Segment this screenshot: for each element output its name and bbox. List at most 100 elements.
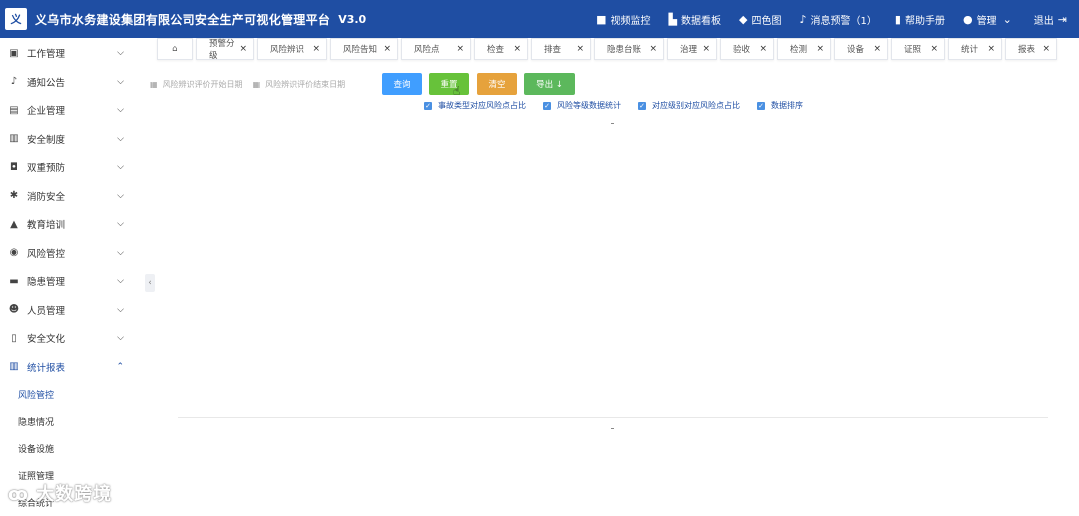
close-icon[interactable]: × [513, 44, 521, 54]
video-monitor-link[interactable]: ■ 视频监控 [596, 12, 650, 27]
home-icon: ⌂ [172, 44, 178, 54]
close-icon[interactable]: × [759, 44, 767, 54]
chart-bottom-marker [611, 428, 614, 429]
sidebar-item-notice[interactable]: ♪ 通知公告 ⌵ [0, 68, 140, 97]
sidebar-subitem-equipment[interactable]: 设备设施 [0, 435, 140, 462]
export-button[interactable]: 导出 ↓ [524, 73, 575, 95]
data-board-link[interactable]: ▙ 数据看板 [669, 12, 721, 27]
tab-item[interactable]: 统计 × [948, 38, 1002, 60]
close-icon[interactable]: × [816, 44, 824, 54]
tab-item[interactable]: 隐患台账 × [594, 38, 664, 60]
tab-item[interactable]: 治理 × [667, 38, 717, 60]
tab-item[interactable]: 风险点 × [401, 38, 471, 60]
sidebar: ▣ 工作管理 ⌵ ♪ 通知公告 ⌵ ▤ 企业管理 ⌵ ▥ 安全制度 ⌵ ◘ 双重预防 ⌵ ✱ 消防安全… [0, 38, 140, 512]
query-button[interactable]: 查询 [382, 73, 422, 95]
tab-item[interactable]: 预警分级 × [196, 38, 254, 61]
checkbox-accident-type[interactable]: ✓ 事故类型对应风险点占比 [424, 100, 526, 111]
sidebar-item-safety-system[interactable]: ▥ 安全制度 ⌵ [0, 125, 140, 154]
tab-item[interactable]: 证照 × [891, 38, 945, 60]
book-icon: ▮ [894, 12, 901, 26]
app-title: 义乌市水务建设集团有限公司安全生产可视化管理平台 [35, 12, 331, 27]
filter-bar: ▦ 风险辨识评价开始日期 ▦ 风险辨识评价结束日期 [150, 74, 355, 94]
tab-item[interactable]: 风险告知 × [330, 38, 398, 60]
target-icon: ◉ [9, 247, 19, 259]
close-icon[interactable]: × [1042, 44, 1050, 54]
reset-button[interactable]: 重置 [429, 73, 469, 95]
sidebar-item-risk-control[interactable]: ◉ 风险管控 ⌵ [0, 239, 140, 268]
sidebar-item-personnel[interactable]: ☻ 人员管理 ⌵ [0, 296, 140, 325]
user-icon: ● [962, 12, 973, 26]
close-icon[interactable]: × [576, 44, 584, 54]
sidebar-collapse-handle[interactable]: ‹ [145, 274, 155, 292]
close-icon[interactable]: × [383, 44, 391, 54]
chart-top-marker [611, 123, 614, 124]
checkmark-icon: ✓ [424, 101, 432, 110]
checkmark-icon: ✓ [638, 101, 646, 110]
close-icon[interactable]: × [702, 44, 710, 54]
chevron-down-icon: ⌵ [117, 247, 124, 258]
start-date-input[interactable]: ▦ 风险辨识评价开始日期 [150, 79, 243, 90]
close-icon[interactable]: × [873, 44, 881, 54]
chevron-up-icon: ⌃ [116, 361, 124, 372]
sidebar-item-enterprise[interactable]: ▤ 企业管理 ⌵ [0, 96, 140, 125]
checkmark-icon: ✓ [757, 101, 765, 110]
tab-item[interactable]: 检查 × [474, 38, 528, 60]
tab-item[interactable]: 验收 × [720, 38, 774, 60]
sidebar-item-dual-prevention[interactable]: ◘ 双重预防 ⌵ [0, 153, 140, 182]
cursor-icon: ☝ [453, 84, 461, 98]
tab-item[interactable]: 报表 × [1005, 38, 1057, 60]
four-color-map-link[interactable]: ◆ 四色图 [739, 12, 781, 27]
tab-bar: ⌂ 预警分级 × 风险辨识 × 风险告知 × 风险点 × 检查 × 排查 × 隐患台账 × 治… [157, 38, 1060, 62]
sidebar-item-work[interactable]: ▣ 工作管理 ⌵ [0, 39, 140, 68]
book-icon: ▯ [11, 332, 17, 344]
bell-icon: ♪ [10, 76, 18, 88]
close-icon[interactable]: × [239, 44, 247, 54]
help-manual-link[interactable]: ▮ 帮助手册 [895, 12, 945, 27]
close-icon[interactable]: × [456, 44, 464, 54]
tab-home[interactable]: ⌂ [157, 38, 193, 60]
sidebar-item-statistics[interactable]: ▥ 统计报表 ⌃ [0, 353, 140, 382]
person-icon: ☻ [8, 304, 20, 316]
message-alert-link[interactable]: ♪ 消息预警（1） [799, 12, 876, 27]
chevron-down-icon: ⌵ [117, 333, 124, 344]
video-icon: ■ [596, 12, 607, 26]
watermark: ꝏ 大数跨境 [8, 484, 113, 505]
sidebar-item-fire-safety[interactable]: ✱ 消防安全 ⌵ [0, 182, 140, 211]
sidebar-item-training[interactable]: ▲ 教育培训 ⌵ [0, 210, 140, 239]
chevron-down-icon: ⌵ [117, 304, 124, 315]
clear-button[interactable]: 清空 [477, 73, 517, 95]
close-icon[interactable]: × [987, 44, 995, 54]
chevron-down-icon: ⌵ [117, 219, 124, 230]
close-icon[interactable]: × [312, 44, 320, 54]
watermark-logo-icon: ꝏ [8, 484, 37, 505]
sidebar-subitem-risk[interactable]: 风险管控 [0, 381, 140, 408]
calendar-icon: ▦ [150, 79, 158, 89]
clipboard-icon: ▣ [9, 47, 19, 59]
chart-board-icon: ▙ [668, 12, 678, 26]
bell-icon: ♪ [799, 12, 807, 26]
sidebar-subitem-hazard[interactable]: 隐患情况 [0, 408, 140, 435]
building-icon: ▤ [9, 104, 19, 116]
bank-icon: ▥ [9, 133, 19, 145]
close-icon[interactable]: × [649, 44, 657, 54]
user-menu[interactable]: ● 管理 ⌄ [963, 12, 1016, 27]
logout-icon: ⇥ [1057, 12, 1067, 26]
sidebar-item-culture[interactable]: ▯ 安全文化 ⌵ [0, 324, 140, 353]
checkmark-icon: ✓ [543, 101, 551, 110]
tab-item[interactable]: 风险辨识 × [257, 38, 327, 60]
tab-item[interactable]: 排查 × [531, 38, 591, 60]
app-version: V3.0 [338, 12, 367, 26]
chart-axis-line [178, 417, 1048, 418]
logout-button[interactable]: 退出 ⇥ [1034, 12, 1071, 27]
chart-options: ✓ 事故类型对应风险点占比 ✓ 风险等级数据统计 ✓ 对应级别对应风险点占比 ✓ 数据排… [424, 100, 820, 111]
checkbox-level-ratio[interactable]: ✓ 对应级别对应风险点占比 [638, 100, 740, 111]
tab-item[interactable]: 设备 × [834, 38, 888, 60]
end-date-input[interactable]: ▦ 风险辨识评价结束日期 [253, 79, 346, 90]
tab-item[interactable]: 检测 × [777, 38, 831, 60]
chevron-down-icon: ⌵ [117, 190, 124, 201]
checkbox-risk-level[interactable]: ✓ 风险等级数据统计 [543, 100, 621, 111]
sidebar-item-hazard[interactable]: ▬ 隐患管理 ⌵ [0, 267, 140, 296]
checkbox-sort[interactable]: ✓ 数据排序 [757, 100, 803, 111]
close-icon[interactable]: × [930, 44, 938, 54]
gear-icon: ✱ [9, 190, 19, 202]
